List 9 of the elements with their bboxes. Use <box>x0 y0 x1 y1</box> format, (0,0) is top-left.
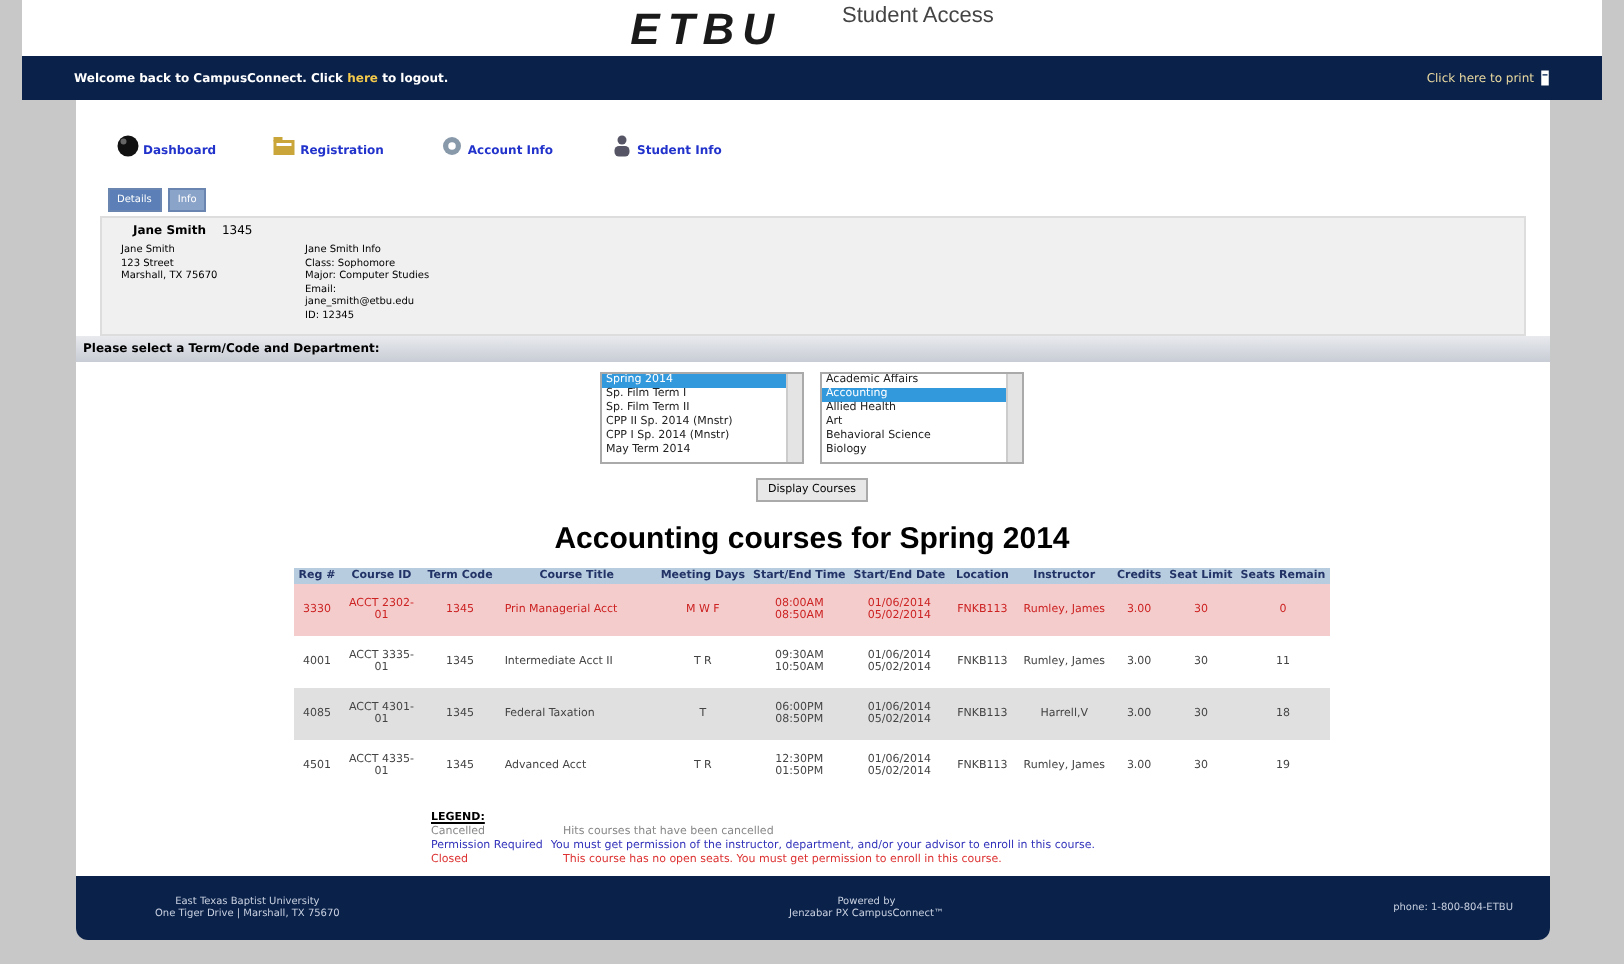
results-title: Accounting courses for Spring 2014 <box>552 522 1072 556</box>
folder-icon <box>272 134 297 158</box>
person-icon <box>609 134 634 158</box>
ball-icon <box>115 134 139 158</box>
logo: ETBU <box>630 8 783 52</box>
gear-icon <box>439 134 464 158</box>
scroll-bar[interactable] <box>786 374 802 462</box>
site-subtitle: Student Access <box>842 4 994 28</box>
scroll-bar[interactable] <box>1006 374 1022 462</box>
